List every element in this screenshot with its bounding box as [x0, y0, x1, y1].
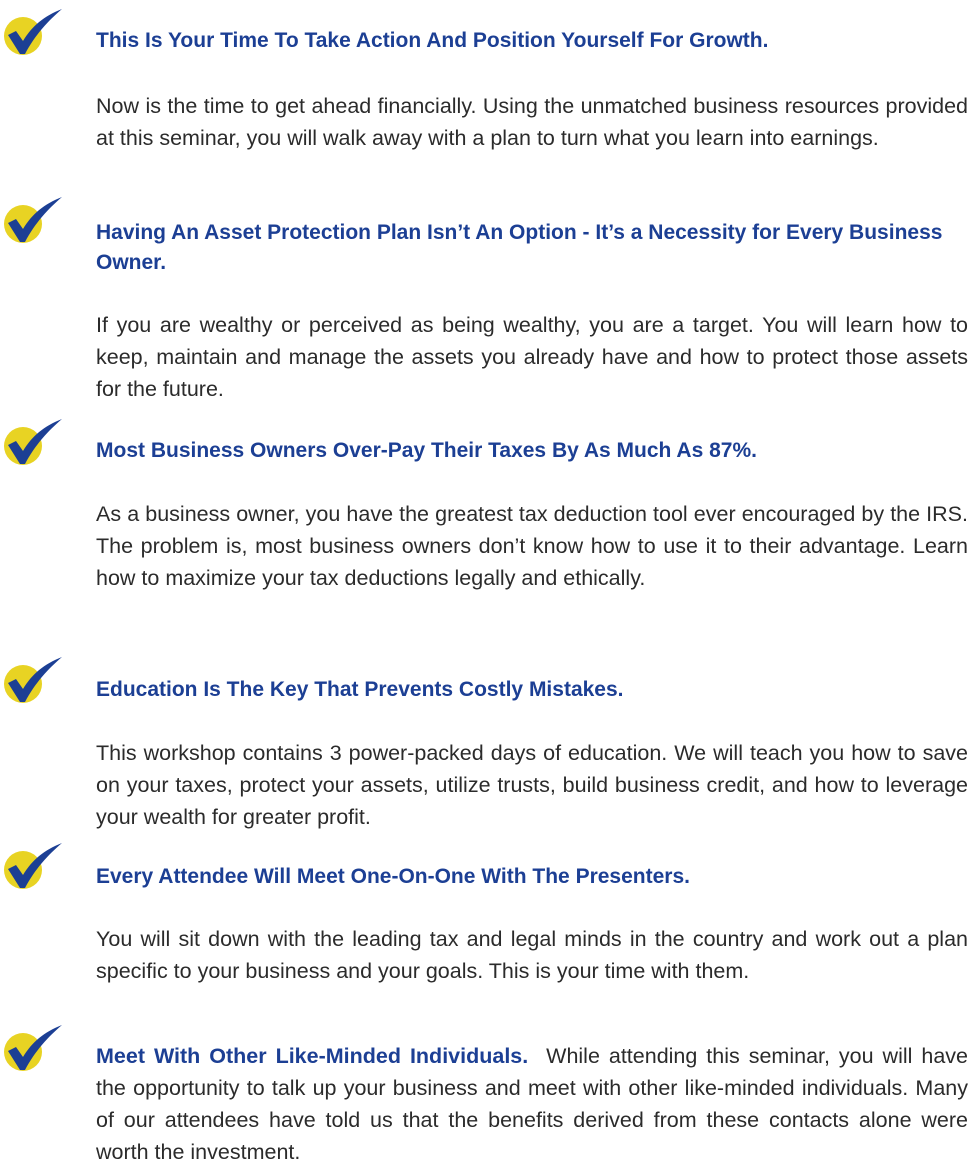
checkmark-icon [4, 419, 62, 465]
checkmark-icon [4, 197, 62, 243]
checkmark-icon [4, 843, 62, 889]
benefit-heading: Meet With Other Like-Minded Individuals. [96, 1044, 529, 1068]
benefit-body: You will sit down with the leading tax a… [96, 927, 968, 983]
benefit-heading: Education Is The Key That Prevents Costl… [96, 678, 624, 701]
checkmark-icon [4, 1025, 62, 1071]
benefit-heading: This Is Your Time To Take Action And Pos… [96, 29, 769, 52]
checkmark-icon [4, 9, 62, 55]
benefit-heading: Every Attendee Will Meet One-On-One With… [96, 865, 690, 888]
benefit-body: Meet With Other Like-Minded Individuals.… [96, 1040, 968, 1168]
checkmark-icon [4, 657, 62, 703]
page: { "icon": { "name": "checkmark-icon", "c… [0, 0, 979, 1171]
benefit-heading: Most Business Owners Over-Pay Their Taxe… [96, 439, 757, 462]
benefit-body: Now is the time to get ahead financially… [96, 94, 968, 150]
benefit-heading: Having An Asset Protection Plan Isn’t An… [96, 221, 943, 274]
benefit-body: As a business owner, you have the greate… [96, 502, 968, 590]
benefit-body: If you are wealthy or perceived as being… [96, 313, 968, 401]
benefit-body: This workshop contains 3 power-packed da… [96, 741, 968, 829]
